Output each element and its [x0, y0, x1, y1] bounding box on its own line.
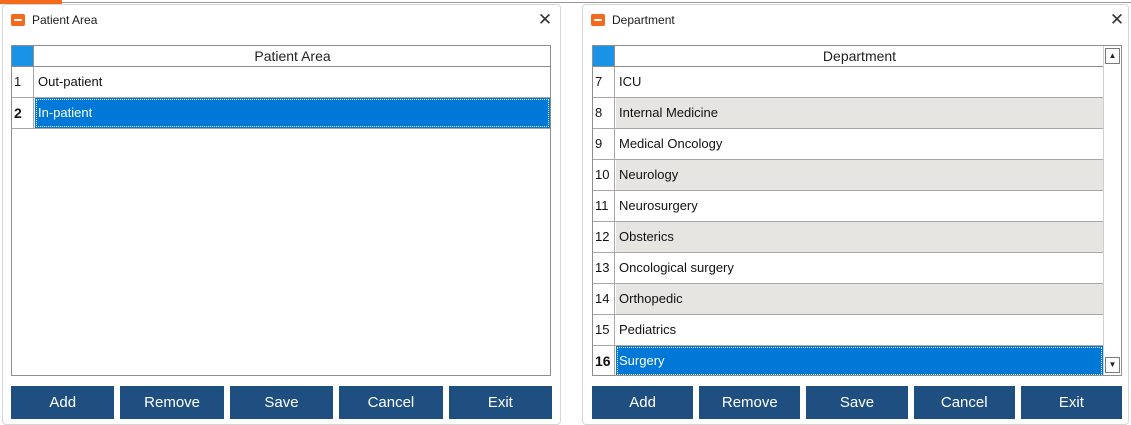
- column-header[interactable]: Patient Area: [35, 46, 550, 66]
- vertical-scrollbar[interactable]: ▲ ▼: [1103, 46, 1121, 375]
- table-cell[interactable]: Oncological surgery: [616, 253, 1103, 283]
- table-row[interactable]: 13 Oncological surgery: [593, 253, 1103, 284]
- app-icon: [11, 14, 25, 26]
- row-number[interactable]: 14: [593, 284, 615, 314]
- select-all-corner[interactable]: [12, 46, 34, 66]
- scroll-up-icon[interactable]: ▲: [1105, 48, 1120, 64]
- grid-header: Department: [593, 46, 1103, 67]
- row-number[interactable]: 10: [593, 160, 615, 190]
- cancel-button[interactable]: Cancel: [339, 386, 443, 419]
- table-cell[interactable]: Orthopedic: [616, 284, 1103, 314]
- table-row[interactable]: 9 Medical Oncology: [593, 129, 1103, 160]
- department-grid: Department 7 ICU 8 Internal Medicine 9 Medica…: [592, 45, 1122, 376]
- table-cell[interactable]: Neurology: [616, 160, 1103, 190]
- table-row[interactable]: 1 Out-patient: [12, 67, 550, 98]
- select-all-corner[interactable]: [593, 46, 615, 66]
- close-icon[interactable]: ✕: [533, 9, 557, 33]
- table-row[interactable]: 10 Neurology: [593, 160, 1103, 191]
- column-header[interactable]: Department: [616, 46, 1103, 66]
- row-number[interactable]: 7: [593, 67, 615, 97]
- table-row[interactable]: 14 Orthopedic: [593, 284, 1103, 315]
- add-button[interactable]: Add: [11, 386, 115, 419]
- row-number[interactable]: 11: [593, 191, 615, 221]
- exit-button[interactable]: Exit: [448, 386, 553, 419]
- save-button[interactable]: Save: [806, 386, 908, 419]
- patient-area-grid: Patient Area 1 Out-patient 2 In-patient: [11, 45, 551, 376]
- table-row[interactable]: 12 Obsterics: [593, 222, 1103, 253]
- window-title: Department: [612, 13, 675, 27]
- title-bar[interactable]: Patient Area ✕: [3, 5, 560, 36]
- table-cell[interactable]: In-patient: [35, 98, 550, 128]
- add-button[interactable]: Add: [592, 386, 694, 419]
- title-bar[interactable]: Department ✕: [583, 5, 1128, 36]
- window-title: Patient Area: [32, 13, 98, 27]
- table-cell[interactable]: Surgery: [616, 346, 1103, 375]
- table-row[interactable]: 15 Pediatrics: [593, 315, 1103, 346]
- row-number[interactable]: 9: [593, 129, 615, 159]
- remove-button[interactable]: Remove: [699, 386, 801, 419]
- scroll-down-icon[interactable]: ▼: [1105, 357, 1120, 373]
- table-cell[interactable]: Pediatrics: [616, 315, 1103, 345]
- save-button[interactable]: Save: [229, 386, 334, 419]
- row-number[interactable]: 16: [593, 346, 615, 375]
- table-cell[interactable]: ICU: [616, 67, 1103, 97]
- row-number[interactable]: 8: [593, 98, 615, 128]
- button-bar: Add Remove Save Cancel Exit: [11, 386, 553, 419]
- department-window: Department ✕ Department 7 ICU 8 Internal Me…: [582, 4, 1129, 425]
- table-cell[interactable]: Medical Oncology: [616, 129, 1103, 159]
- row-number[interactable]: 13: [593, 253, 615, 283]
- table-cell[interactable]: Obsterics: [616, 222, 1103, 252]
- exit-button[interactable]: Exit: [1020, 386, 1123, 419]
- remove-button[interactable]: Remove: [120, 386, 224, 419]
- table-row[interactable]: 2 In-patient: [12, 98, 550, 129]
- cancel-button[interactable]: Cancel: [913, 386, 1015, 419]
- table-row[interactable]: 11 Neurosurgery: [593, 191, 1103, 222]
- row-number[interactable]: 15: [593, 315, 615, 345]
- row-number[interactable]: 1: [12, 67, 34, 97]
- grid-header: Patient Area: [12, 46, 550, 67]
- table-cell[interactable]: Out-patient: [35, 67, 550, 97]
- table-row[interactable]: 7 ICU: [593, 67, 1103, 98]
- app-icon: [591, 14, 605, 26]
- divider-line: [62, 2, 1131, 3]
- table-cell[interactable]: Neurosurgery: [616, 191, 1103, 221]
- row-number[interactable]: 2: [12, 98, 34, 128]
- table-cell[interactable]: Internal Medicine: [616, 98, 1103, 128]
- table-row[interactable]: 8 Internal Medicine: [593, 98, 1103, 129]
- row-number[interactable]: 12: [593, 222, 615, 252]
- close-icon[interactable]: ✕: [1105, 9, 1128, 33]
- table-row[interactable]: 16 Surgery: [593, 346, 1103, 375]
- button-bar: Add Remove Save Cancel Exit: [592, 386, 1123, 419]
- patient-area-window: Patient Area ✕ Patient Area 1 Out-patient…: [2, 4, 561, 425]
